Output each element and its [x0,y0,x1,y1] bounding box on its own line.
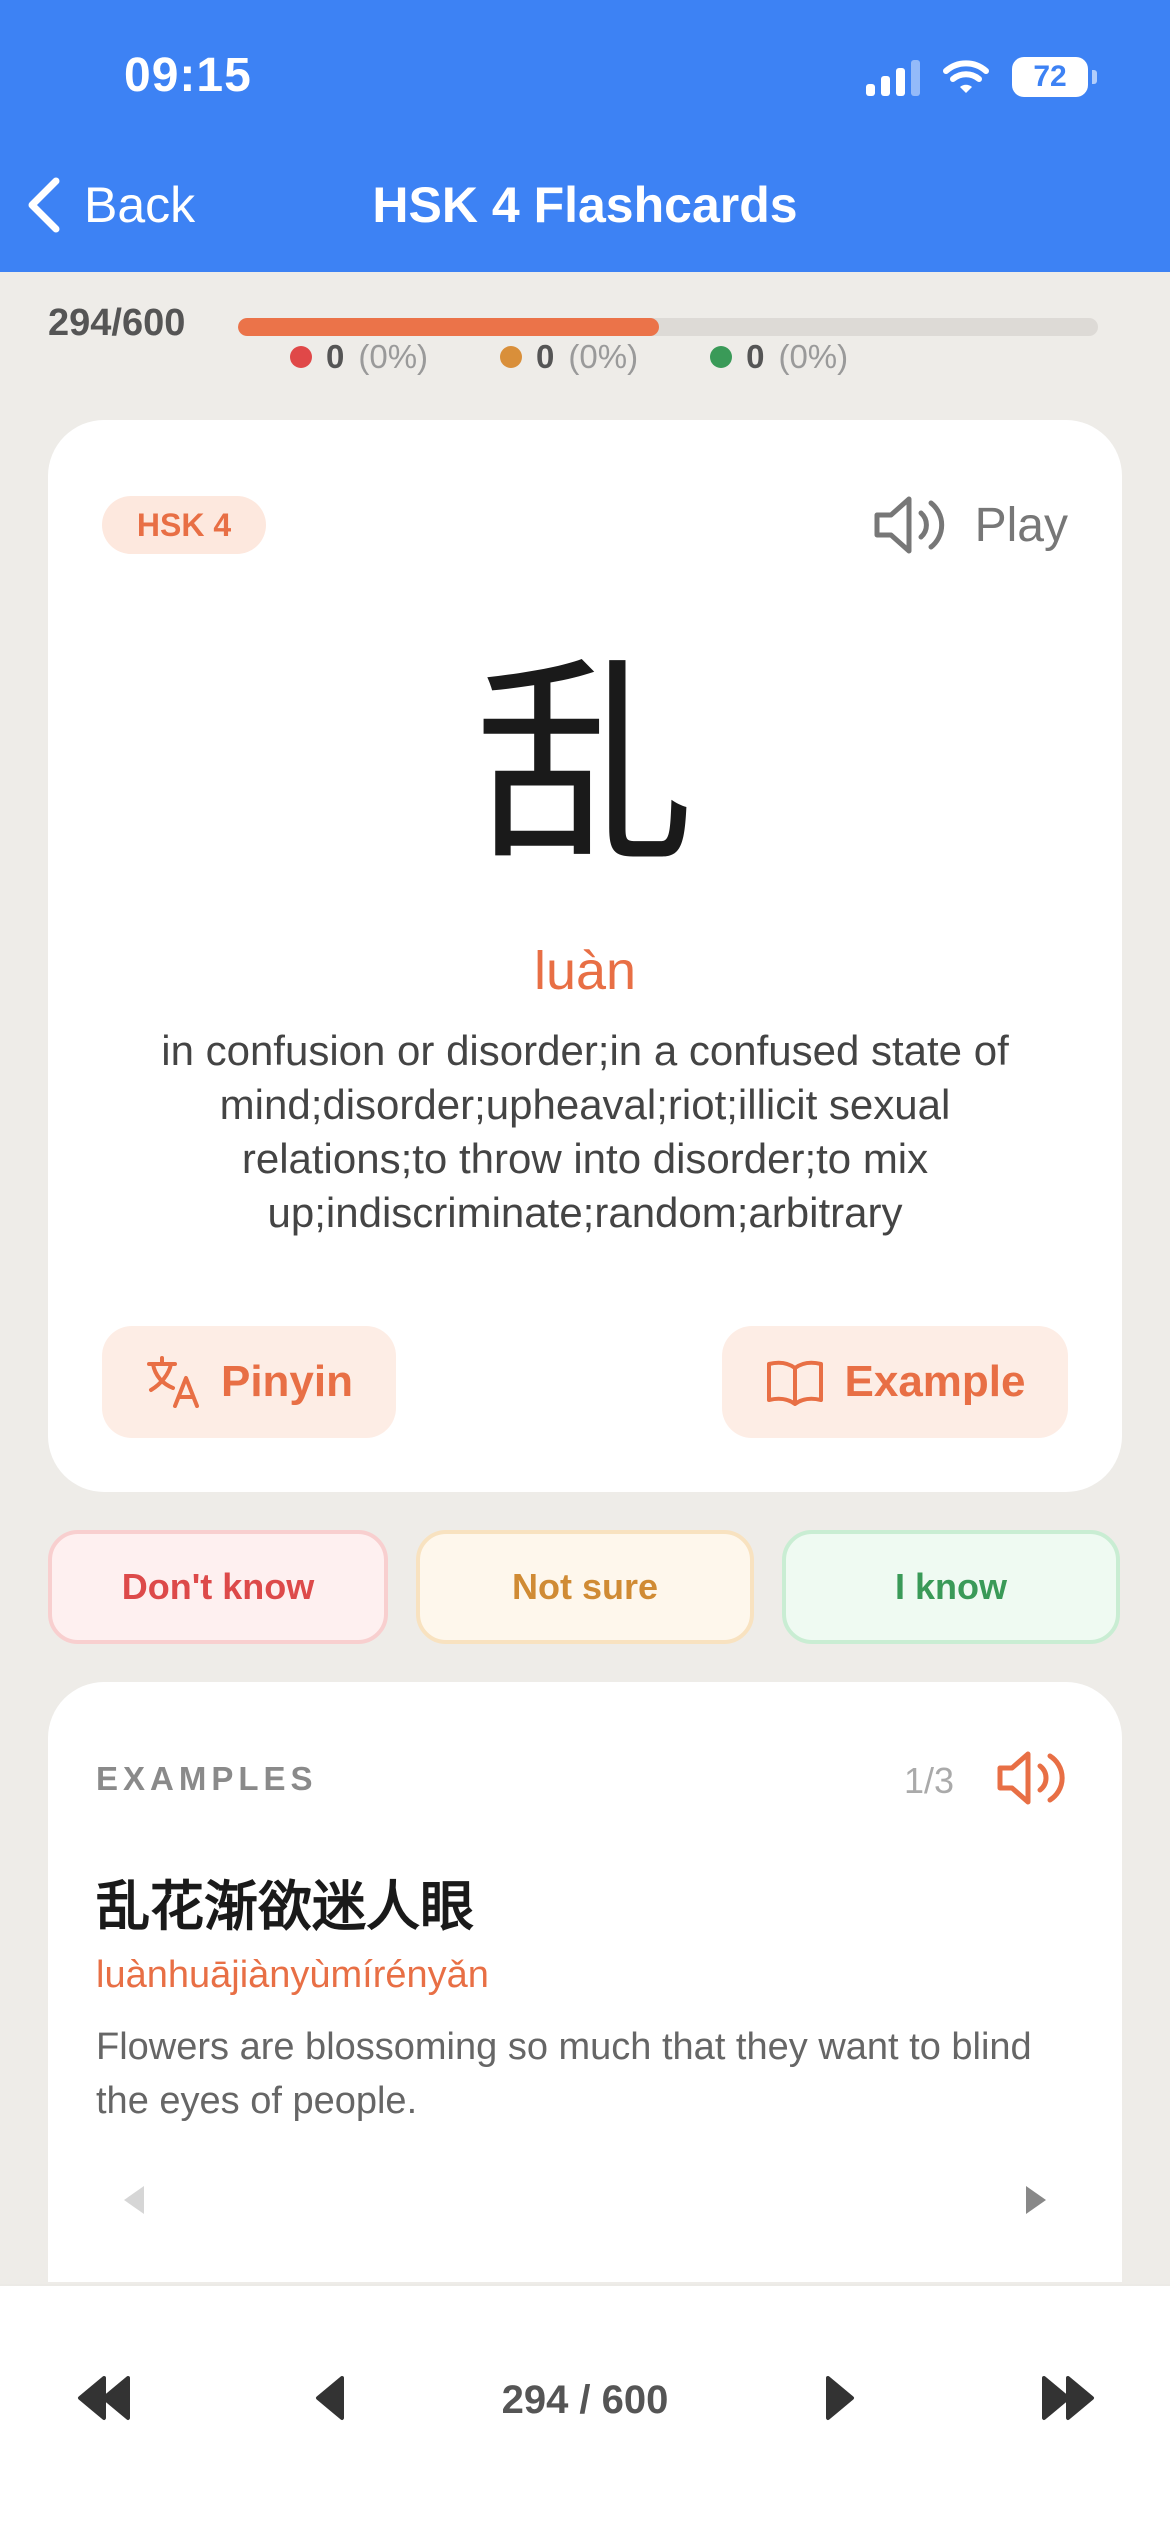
example-sentence: 乱花渐欲迷人眼 [96,1875,474,1938]
card-counter: 294 / 600 [501,2378,669,2422]
hanzi-character: 乱 [474,638,695,894]
stat-count: 0 [536,338,555,375]
level-badge: HSK 4 [102,496,266,554]
last-card-button[interactable] [1040,2374,1096,2427]
pinyin-text: luàn [533,941,637,1001]
green-dot-icon [710,346,733,368]
example-button-label: Example [844,1357,1026,1406]
fast-forward-icon [1042,2376,1094,2420]
previous-example-button[interactable] [120,2182,148,2223]
i-know-button[interactable]: I know [782,1530,1120,1644]
next-example-button[interactable] [1022,2182,1050,2223]
example-counter: 1/3 [903,1760,954,1801]
speaker-icon [874,496,944,554]
translate-icon [146,1356,199,1408]
not-sure-button[interactable]: Not sure [416,1530,754,1644]
stat-know: 0 (0%) [710,338,848,376]
progress-fill [238,318,660,336]
battery-level: 72 [1033,60,1067,93]
dont-know-button[interactable]: Don't know [48,1530,388,1644]
flashcard[interactable]: HSK 4 Play 乱 luàn in confusion or disord… [48,420,1122,1492]
triangle-right-icon [1026,2186,1046,2214]
play-label: Play [974,498,1068,552]
stat-percent: (0%) [568,338,639,375]
bottom-navigation: 294 / 600 [0,2284,1170,2532]
pinyin-button[interactable]: Pinyin [102,1326,396,1438]
stat-not-sure: 0 (0%) [500,338,638,376]
next-card-button[interactable] [822,2374,858,2427]
progress-bar [238,318,1098,336]
progress-count: 294/600 [48,302,186,344]
example-pinyin: luànhuājiànyùmírényǎn [96,1954,489,1996]
battery-icon: 72 [1012,57,1097,97]
stat-dont-know: 0 (0%) [290,338,428,376]
example-translation: Flowers are blossoming so much that they… [96,2026,1032,2122]
triangle-left-icon [124,2186,144,2214]
red-dot-icon [290,346,312,368]
examples-heading: EXAMPLES [96,1760,318,1797]
page-title: HSK 4 Flashcards [372,177,798,233]
stat-count: 0 [746,338,765,375]
orange-dot-icon [500,346,523,368]
status-time: 09:15 [124,49,252,102]
book-icon [766,1360,823,1406]
examples-panel: EXAMPLES 1/3 乱花渐欲迷人眼 luànhuājiànyùmírény… [48,1682,1122,2282]
speaker-icon [997,1751,1065,1805]
example-play-button[interactable] [994,1748,1068,1813]
wifi-icon [943,60,989,93]
stat-percent: (0%) [778,338,849,375]
meaning-text: in confusion or disorder;in a confused s… [161,1027,1009,1236]
stat-count: 0 [326,338,345,375]
app-header: 09:15 72 Back HSK 4 Flashcards [0,0,1170,272]
pinyin-button-label: Pinyin [220,1357,354,1406]
triangle-right-icon [826,2376,854,2420]
play-audio-button[interactable]: Play [871,490,1068,560]
example-button[interactable]: Example [722,1326,1068,1438]
status-indicators: 72 [866,52,1097,102]
answer-stats: 0 (0%) 0 (0%) 0 (0%) [290,338,848,376]
stat-percent: (0%) [358,338,429,375]
cellular-signal-icon [866,58,920,96]
